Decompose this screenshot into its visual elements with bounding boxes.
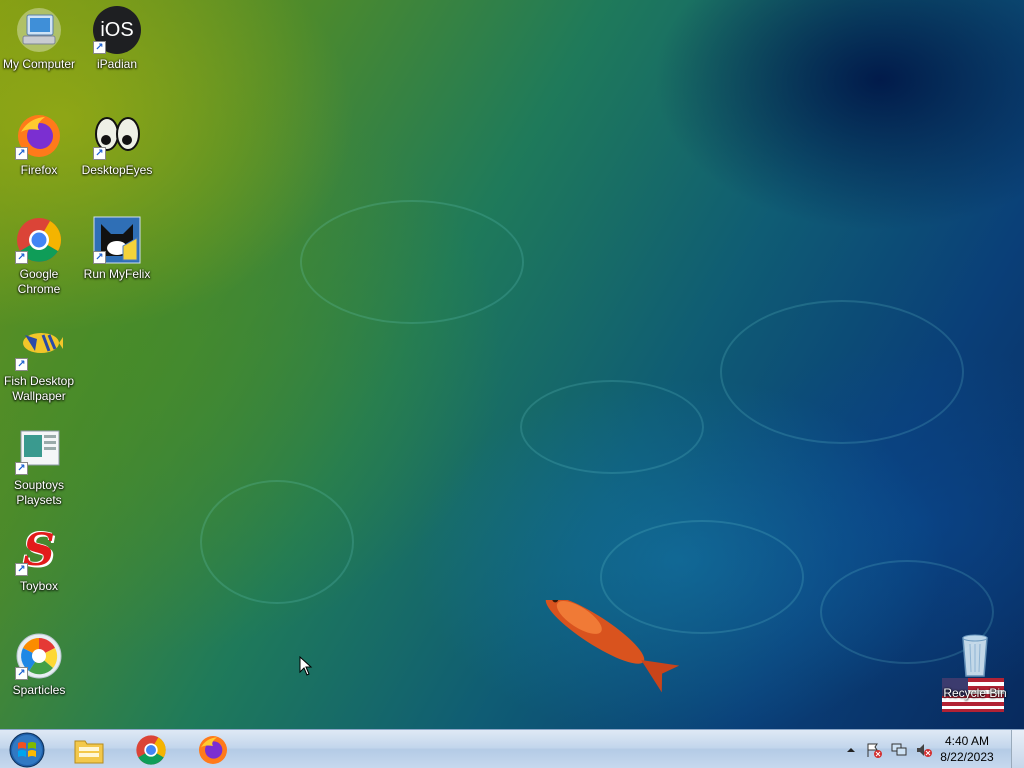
shortcut-arrow-icon: ↗ bbox=[15, 147, 28, 160]
desktop-icon-desktopeyes[interactable]: ↗ DesktopEyes bbox=[77, 112, 157, 178]
icon-label: Run MyFelix bbox=[83, 267, 151, 281]
taskbar: 4:40 AM 8/22/2023 bbox=[0, 729, 1024, 768]
taskbar-file-explorer-button[interactable] bbox=[63, 732, 115, 767]
desktop-icon-sparticles[interactable]: ↗ Sparticles bbox=[0, 632, 79, 698]
icon-label: Sparticles bbox=[12, 683, 66, 697]
firefox-icon bbox=[199, 735, 227, 764]
fish-icon: ↗ bbox=[15, 323, 63, 371]
icon-label: Firefox bbox=[20, 163, 58, 177]
desktop-icon-fish-desktop-wallpaper[interactable]: ↗ Fish Desktop Wallpaper bbox=[0, 323, 79, 404]
desktop-icon-souptoys-playsets[interactable]: ↗ Souptoys Playsets bbox=[0, 427, 79, 508]
desktop[interactable]: My Computer ↗ Firefox ↗ Google Chrome ↗ … bbox=[0, 0, 1024, 729]
sparticles-icon: ↗ bbox=[15, 632, 63, 680]
desktop-icon-firefox[interactable]: ↗ Firefox bbox=[0, 112, 79, 178]
desktop-icon-google-chrome[interactable]: ↗ Google Chrome bbox=[0, 216, 79, 297]
shortcut-arrow-icon: ↗ bbox=[15, 667, 28, 680]
shortcut-arrow-icon: ↗ bbox=[93, 41, 106, 54]
icon-label: DesktopEyes bbox=[81, 163, 153, 177]
koi-fish-image bbox=[545, 600, 680, 693]
icon-label: Souptoys Playsets bbox=[13, 478, 65, 507]
computer-icon bbox=[15, 6, 63, 54]
action-center-button[interactable] bbox=[866, 742, 882, 758]
show-hidden-icons-button[interactable] bbox=[843, 742, 859, 758]
shortcut-arrow-icon: ↗ bbox=[15, 251, 28, 264]
chevron-up-icon bbox=[847, 748, 855, 752]
icon-label: Recycle Bin bbox=[943, 686, 1007, 700]
icon-label: Fish Desktop Wallpaper bbox=[3, 374, 75, 403]
felix-icon: ↗ bbox=[93, 216, 141, 264]
mouse-pointer-icon bbox=[299, 656, 313, 676]
volume-muted-icon bbox=[917, 744, 932, 757]
file-explorer-icon bbox=[74, 740, 104, 763]
souptoys-icon: ↗ bbox=[15, 427, 63, 475]
icon-label: Google Chrome bbox=[17, 267, 61, 296]
shortcut-arrow-icon: ↗ bbox=[15, 462, 28, 475]
shortcut-arrow-icon: ↗ bbox=[93, 147, 106, 160]
network-button[interactable] bbox=[891, 742, 907, 758]
desktop-icon-ipadian[interactable]: iOS ↗ iPadian bbox=[77, 6, 157, 72]
chrome-icon: ↗ bbox=[15, 216, 63, 264]
desktop-icon-toybox[interactable]: S ↗ Toybox bbox=[0, 528, 79, 594]
volume-button[interactable] bbox=[916, 742, 932, 758]
start-button[interactable] bbox=[0, 732, 54, 767]
show-desktop-button[interactable] bbox=[1011, 730, 1024, 768]
chrome-icon bbox=[136, 734, 166, 765]
flag-warning-icon bbox=[867, 743, 882, 758]
icon-label: My Computer bbox=[2, 57, 76, 71]
clock-date: 8/22/2023 bbox=[940, 750, 994, 764]
shortcut-arrow-icon: ↗ bbox=[15, 563, 28, 576]
ios-icon: iOS ↗ bbox=[93, 6, 141, 54]
desktop-icon-my-computer[interactable]: My Computer bbox=[0, 6, 79, 72]
clock[interactable]: 4:40 AM 8/22/2023 bbox=[933, 733, 1001, 765]
desktop-icon-recycle-bin[interactable]: Recycle Bin bbox=[935, 632, 1015, 712]
taskbar-chrome-button[interactable] bbox=[125, 732, 177, 767]
desktop-icon-run-myfelix[interactable]: ↗ Run MyFelix bbox=[77, 216, 157, 282]
icon-label: Toybox bbox=[19, 579, 59, 593]
shortcut-arrow-icon: ↗ bbox=[93, 251, 106, 264]
firefox-icon: ↗ bbox=[15, 112, 63, 160]
toybox-icon: S ↗ bbox=[15, 528, 63, 576]
network-icon bbox=[891, 743, 907, 756]
shortcut-arrow-icon: ↗ bbox=[15, 358, 28, 371]
taskbar-firefox-button[interactable] bbox=[187, 732, 239, 767]
clock-time: 4:40 AM bbox=[944, 734, 990, 748]
start-orb-icon bbox=[9, 732, 45, 767]
icon-label: iPadian bbox=[96, 57, 138, 71]
recycle-bin-icon bbox=[951, 632, 999, 680]
eyes-icon: ↗ bbox=[93, 112, 141, 160]
